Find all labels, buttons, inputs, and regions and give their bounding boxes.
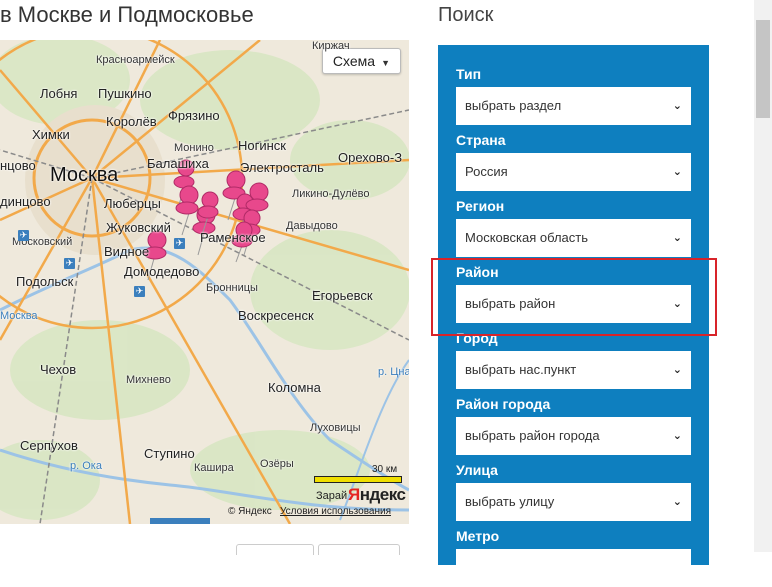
metro-select[interactable] (456, 549, 691, 587)
field-label: Страна (456, 132, 506, 148)
map-label: Киржач (312, 40, 350, 52)
map-label: Видное (104, 244, 150, 259)
airport-icon: ✈ (18, 230, 29, 241)
map-label: Пушкино (98, 86, 152, 101)
map-label: Егорьевск (312, 288, 373, 303)
airport-icon: ✈ (174, 238, 185, 249)
pager-button[interactable] (236, 544, 314, 555)
search-panel: Тип выбрать раздел ⌄ Страна Россия ⌄ Регио… (438, 45, 709, 587)
map-label: р. Цна (378, 366, 409, 378)
map-label: Ликино-Дулёво (292, 188, 370, 200)
map-label: Красноармейск (96, 54, 175, 66)
map-label: Химки (32, 127, 70, 142)
pager-button[interactable] (318, 544, 400, 555)
airport-icon: ✈ (134, 286, 145, 297)
map-label: Луховицы (310, 422, 361, 434)
map-label: Раменское (200, 230, 266, 245)
map-label: Бронницы (206, 282, 258, 294)
field-city-district: Район города выбрать район города ⌄ (456, 395, 691, 455)
map-label: динцово (0, 194, 51, 209)
map-label: Балашиха (147, 156, 209, 171)
map-label: Лобня (40, 86, 78, 101)
map-bottom-marker (150, 518, 210, 524)
caret-down-icon: ▼ (381, 58, 390, 68)
field-label: Район города (456, 396, 551, 412)
type-select[interactable]: выбрать раздел ⌄ (456, 87, 691, 125)
yandex-logo: Яндекс (348, 485, 406, 504)
airport-icon: ✈ (64, 258, 75, 269)
scrollbar-thumb[interactable] (756, 20, 770, 118)
field-label: Улица (456, 462, 498, 478)
chevron-down-icon: ⌄ (672, 100, 682, 112)
map-label: Королёв (106, 114, 157, 129)
map-label: Чехов (40, 362, 77, 377)
chevron-down-icon: ⌄ (672, 496, 682, 508)
map-scale-bar (314, 476, 402, 483)
chevron-down-icon: ⌄ (672, 232, 682, 244)
field-label: Город (456, 330, 498, 346)
street-select[interactable]: выбрать улицу ⌄ (456, 483, 691, 521)
region-select[interactable]: Московская область ⌄ (456, 219, 691, 257)
map-label: нцово (0, 158, 36, 173)
chevron-down-icon: ⌄ (672, 364, 682, 376)
map-label: Давыдово (286, 220, 338, 232)
map-label: Жуковский (106, 220, 171, 235)
map-copyright: © Яндекс (228, 506, 272, 517)
map-label: Фрязино (168, 108, 220, 123)
city-district-select[interactable]: выбрать район города ⌄ (456, 417, 691, 455)
map-terms-link[interactable]: Условия использования (280, 506, 391, 517)
map-label: Москва (0, 310, 38, 322)
map-label: Подольск (16, 274, 74, 289)
chevron-down-icon: ⌄ (672, 430, 682, 442)
map-label: р. Ока (70, 460, 102, 472)
field-label: Тип (456, 66, 482, 82)
district-select[interactable]: выбрать район ⌄ (456, 285, 691, 323)
map-label: Серпухов (20, 438, 78, 453)
field-metro: Метро (456, 527, 691, 587)
chevron-down-icon: ⌄ (672, 298, 682, 310)
field-type: Тип выбрать раздел ⌄ (456, 65, 691, 125)
map-label: Москва (50, 164, 119, 186)
chevron-down-icon: ⌄ (672, 166, 682, 178)
field-country: Страна Россия ⌄ (456, 131, 691, 191)
search-heading: Поиск (438, 4, 494, 26)
field-city: Город выбрать нас.пункт ⌄ (456, 329, 691, 389)
field-district: Район выбрать район ⌄ (456, 263, 691, 323)
map-label: Монино (174, 142, 214, 154)
map-label: Ногинск (238, 138, 286, 153)
map-label: Электросталь (240, 160, 324, 175)
field-label: Метро (456, 528, 500, 544)
map-label: Воскресенск (238, 308, 314, 323)
field-street: Улица выбрать улицу ⌄ (456, 461, 691, 521)
map-label: Ступино (144, 446, 195, 461)
map-label: Зарай (316, 490, 348, 502)
map-label: Михнево (126, 374, 171, 386)
map-label: Люберцы (104, 196, 161, 211)
country-select[interactable]: Россия ⌄ (456, 153, 691, 191)
scrollbar[interactable] (754, 0, 772, 552)
map-scale-label: 30 км (372, 464, 398, 475)
page-title: в Москве и Подмосковье (0, 2, 254, 27)
map[interactable]: Схема ▼ Красноармейск Киржач Лобня Пушкин… (0, 40, 409, 524)
map-label: Орехово-З (338, 150, 403, 165)
map-label: Кашира (194, 462, 234, 474)
map-label: Озёры (260, 458, 294, 470)
field-label: Регион (456, 198, 505, 214)
map-label: Коломна (268, 380, 321, 395)
map-label: Домодедово (124, 264, 200, 279)
field-region: Регион Московская область ⌄ (456, 197, 691, 257)
city-select[interactable]: выбрать нас.пункт ⌄ (456, 351, 691, 389)
field-label: Район (456, 264, 499, 280)
